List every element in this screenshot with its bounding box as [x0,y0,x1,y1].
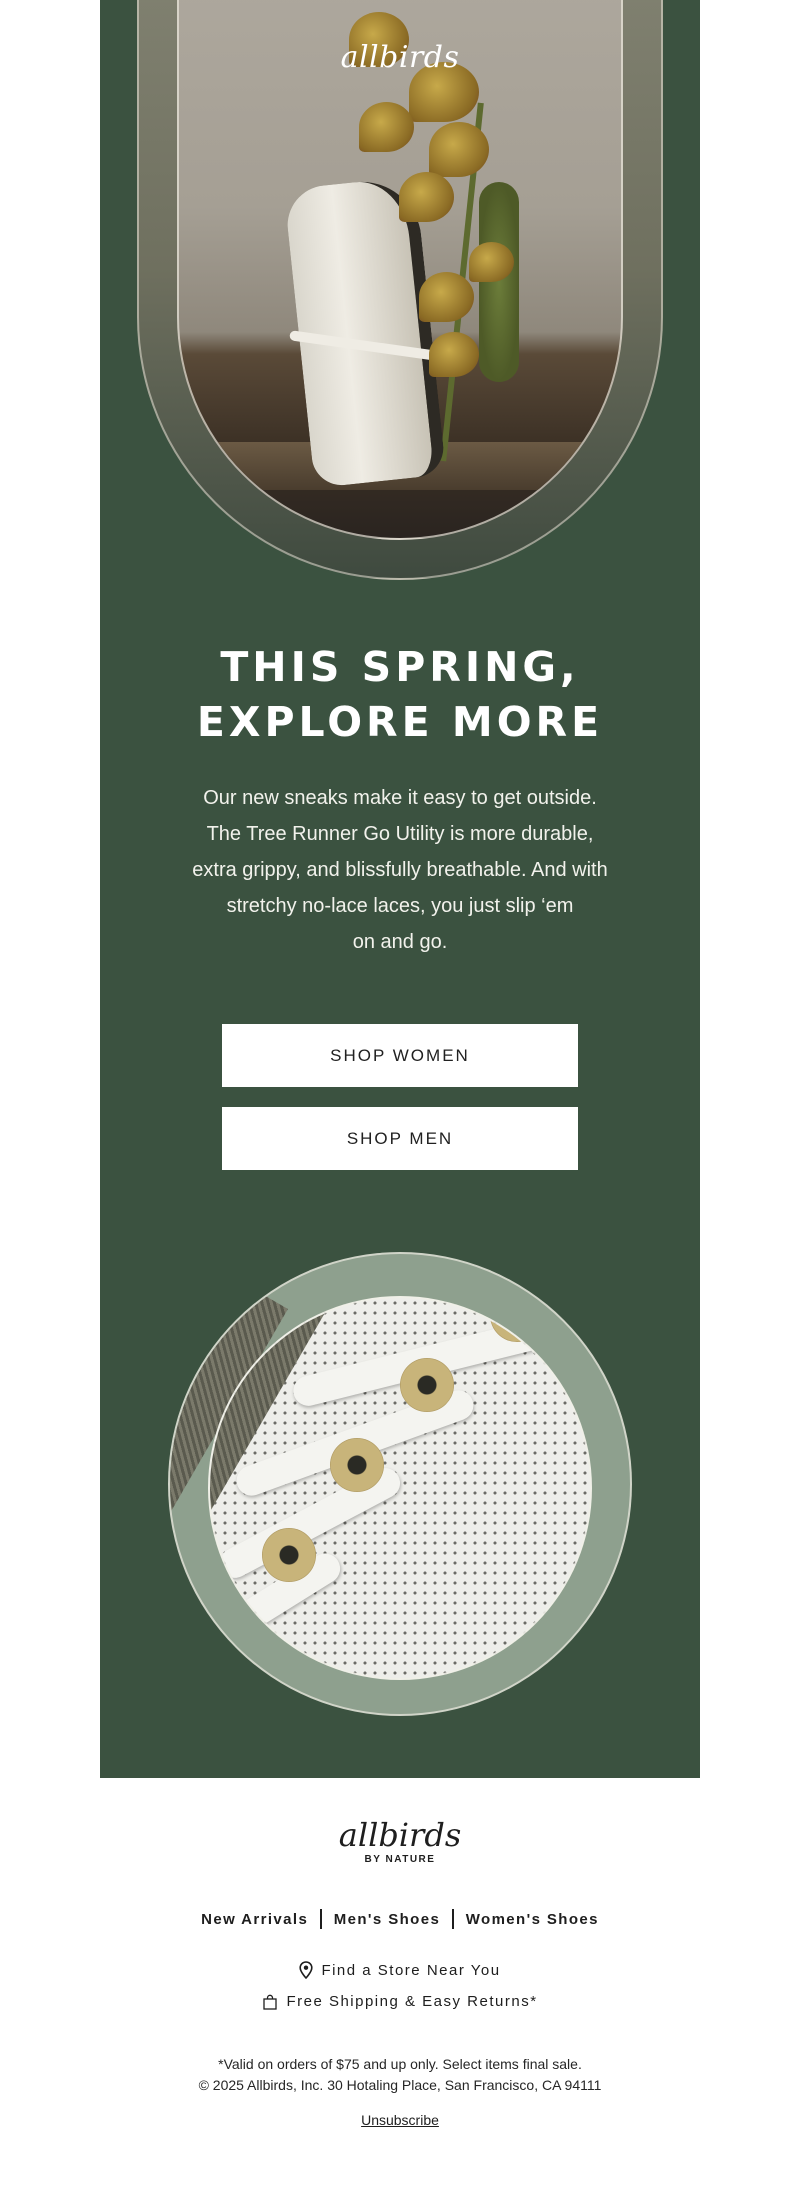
headline: THIS SPRING, EXPLORE MORE [100,640,700,750]
body-line: The Tree Runner Go Utility is more durab… [206,823,594,845]
eyelet [330,1438,384,1492]
body-line: stretchy no-lace laces, you just slip ‘e… [226,895,574,917]
body-line: on and go. [352,931,448,953]
hero-logo[interactable]: allbirds [179,40,621,75]
headline-line: EXPLORE MORE [196,698,604,746]
hero-section: allbirds THIS SPRING, EXPLORE MORE Our n… [100,0,700,1778]
orchid-flower [469,242,514,282]
shipping-label: Free Shipping & Easy Returns* [286,1993,538,2010]
footer-nav: New Arrivals Men's Shoes Women's Shoes [100,1909,700,1929]
email-container: allbirds THIS SPRING, EXPLORE MORE Our n… [100,0,700,2129]
body-line: extra grippy, and blissfully breathable.… [192,859,608,881]
hero-image[interactable]: allbirds [177,0,623,540]
orchid-flower [429,122,489,177]
moss-branch [479,182,519,382]
legal-disclaimer: *Valid on orders of $75 and up only. Sel… [218,2056,582,2072]
legal-text: *Valid on orders of $75 and up only. Sel… [100,2054,700,2096]
map-pin-icon [299,1961,314,1979]
shopping-bag-icon [263,1994,278,2010]
shop-women-button[interactable]: SHOP WOMEN [222,1024,578,1087]
orchid-flower [429,332,479,377]
find-store-link[interactable]: Find a Store Near You [100,1961,700,1979]
eyelet [400,1358,454,1412]
nav-womens-shoes[interactable]: Women's Shoes [466,1911,599,1928]
nav-mens-shoes[interactable]: Men's Shoes [334,1911,441,1928]
headline-line: THIS SPRING, [220,643,580,691]
find-store-label: Find a Store Near You [321,1961,501,1979]
nav-new-arrivals[interactable]: New Arrivals [201,1911,308,1928]
sneaker-detail-image[interactable] [208,1296,592,1680]
shop-men-button[interactable]: SHOP MEN [222,1107,578,1170]
orchid-flower [359,102,414,152]
nav-divider [452,1909,454,1929]
legal-address: © 2025 Allbirds, Inc. 30 Hotaling Place,… [198,2077,602,2093]
footer-tagline: BY NATURE [364,1854,436,1865]
body-copy: Our new sneaks make it easy to get outsi… [170,780,630,960]
unsubscribe-link[interactable]: Unsubscribe [361,2112,439,2128]
shipping-info: Free Shipping & Easy Returns* [100,1993,700,2010]
eyelet [262,1528,316,1582]
orchid-flower [419,272,474,322]
nav-divider [320,1909,322,1929]
body-line: Our new sneaks make it easy to get outsi… [203,787,597,809]
footer-logo[interactable]: allbirds [100,1818,700,1852]
orchid-flower [399,172,454,222]
footer: allbirds BY NATURE New Arrivals Men's Sh… [100,1818,700,2129]
